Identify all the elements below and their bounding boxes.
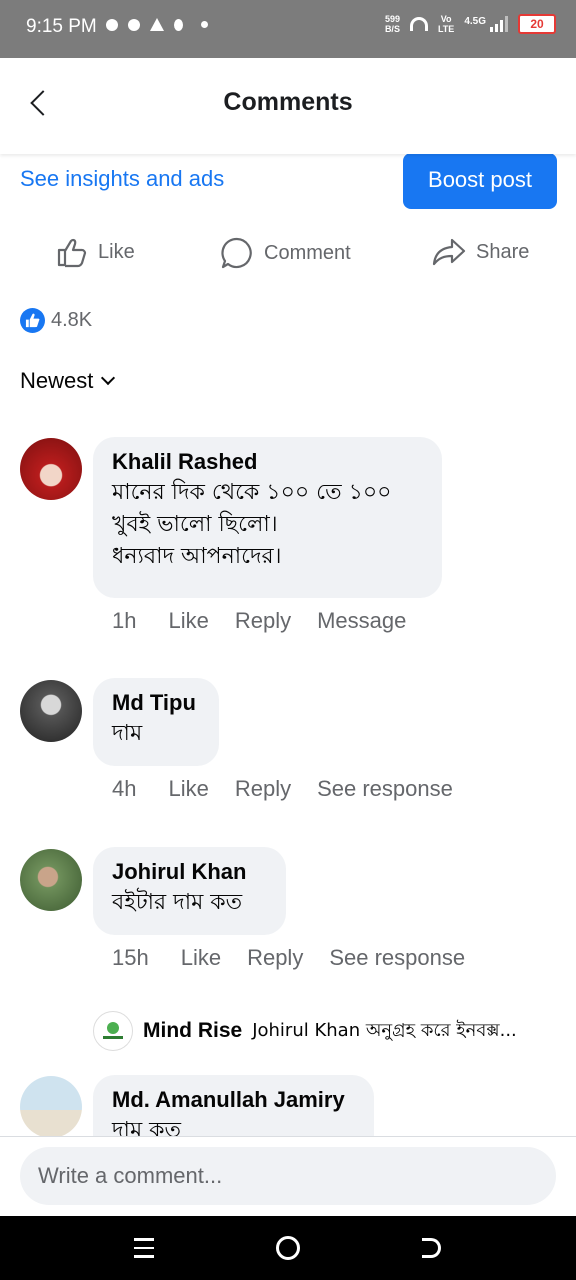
thumbs-up-icon (57, 238, 87, 268)
status-time: 9:15 PM (26, 16, 97, 37)
reply-preview[interactable]: Mind Rise Johirul Khan অনুগ্রহ করে ইনবক্… (93, 1011, 517, 1051)
see-insights-link[interactable]: See insights and ads (20, 166, 224, 192)
see-response-link[interactable]: See response (317, 776, 453, 802)
chat-notification-icon (106, 18, 118, 31)
comment-reply-link[interactable]: Reply (235, 608, 291, 634)
comment-like-link[interactable]: Like (181, 945, 221, 971)
comment-label: Comment (264, 241, 351, 264)
comment-time: 1h (112, 608, 137, 633)
comment-text-line: দাম কত (112, 1118, 182, 1136)
comment-time: 15h (112, 945, 149, 970)
messenger-notification-icon (128, 18, 140, 31)
drop-notification-icon (174, 18, 183, 31)
avatar[interactable] (20, 1076, 82, 1136)
page-title: Comments (223, 88, 353, 116)
chevron-down-icon (101, 370, 116, 386)
network-speed: 599 B/S (384, 14, 400, 34)
comment-composer (0, 1136, 576, 1217)
recent-apps-icon[interactable] (134, 1238, 154, 1264)
comment-like-link[interactable]: Like (168, 776, 208, 802)
share-label: Share (476, 240, 530, 263)
comment-message-link[interactable]: Message (317, 608, 406, 634)
status-indicators: 599 B/S Vo LTE 4.5G 20 (385, 14, 556, 34)
more-notifications-icon (201, 21, 208, 28)
comment-button[interactable]: Comment (220, 236, 351, 270)
commenter-name[interactable]: Md Tipu (112, 688, 199, 718)
share-button[interactable]: Share (432, 236, 529, 268)
share-arrow-icon (432, 238, 466, 266)
comment-bubble: Md. Amanullah Jamiry দাম কত (93, 1075, 374, 1136)
commenter-name[interactable]: Johirul Khan (112, 857, 266, 887)
back-icon[interactable] (422, 1238, 441, 1258)
signal-icon (490, 16, 508, 32)
comment-meta: 1h Like Reply Message (112, 608, 432, 634)
reaction-summary[interactable]: 4.8K (20, 308, 92, 333)
commenter-name[interactable]: Khalil Rashed (112, 447, 422, 477)
volte-indicator: Vo LTE (437, 14, 455, 34)
comment-reply-link[interactable]: Reply (235, 776, 291, 802)
comment-text-line: মানের দিক থেকে ১০০ তে ১০০ (112, 480, 392, 505)
see-response-link[interactable]: See response (329, 945, 465, 971)
comment-bubble: Johirul Khan বইটার দাম কত (93, 847, 286, 935)
comment-meta: 4h Like Reply See response (112, 776, 479, 802)
like-button[interactable]: Like (56, 236, 135, 268)
wifi-icon (409, 17, 428, 31)
comment-time: 4h (112, 776, 137, 801)
boost-post-button[interactable]: Boost post (403, 153, 557, 209)
avatar[interactable] (20, 680, 82, 742)
battery-indicator: 20 (518, 14, 556, 34)
write-comment-input[interactable] (20, 1147, 556, 1205)
comment-text-line: খুবই ভালো ছিলো। (112, 512, 278, 537)
comment-text-line: দাম (112, 721, 143, 746)
notification-icons (106, 18, 208, 31)
avatar[interactable] (20, 849, 82, 911)
system-nav-bar (0, 1216, 576, 1280)
comment-reply-link[interactable]: Reply (247, 945, 303, 971)
comment-meta: 15h Like Reply See response (112, 945, 491, 971)
comment-bubble: Md Tipu দাম (93, 678, 219, 766)
comment-like-link[interactable]: Like (168, 608, 208, 634)
reply-author-name[interactable]: Mind Rise (143, 1019, 242, 1043)
post-actions: Like Comment Share (0, 236, 576, 280)
sort-dropdown[interactable]: Newest (20, 368, 116, 394)
avatar[interactable] (20, 438, 82, 500)
comment-bubble-icon (221, 237, 252, 269)
network-type: 4.5G (464, 15, 486, 27)
reply-text: Johirul Khan অনুগ্রহ করে ইনবক্স... (252, 1019, 517, 1041)
commenter-name[interactable]: Md. Amanullah Jamiry (112, 1085, 354, 1115)
comment-bubble: Khalil Rashed মানের দিক থেকে ১০০ তে ১০০ … (93, 437, 442, 598)
warning-notification-icon (150, 18, 164, 31)
like-reaction-icon (20, 308, 45, 333)
page-avatar[interactable] (93, 1011, 133, 1051)
comment-text-line: বইটার দাম কত (112, 890, 243, 915)
home-icon[interactable] (276, 1236, 300, 1260)
status-bar: 9:15 PM 599 B/S Vo LTE 4.5G 20 (0, 0, 576, 58)
comment-text-line: ধন্যবাদ আপনাদের। (112, 544, 282, 569)
comment-list: Khalil Rashed মানের দিক থেকে ১০০ তে ১০০ … (0, 420, 576, 1136)
reaction-count: 4.8K (51, 309, 93, 331)
sort-label: Newest (20, 368, 94, 393)
comments-header: Comments (0, 58, 576, 154)
like-label: Like (98, 240, 135, 263)
